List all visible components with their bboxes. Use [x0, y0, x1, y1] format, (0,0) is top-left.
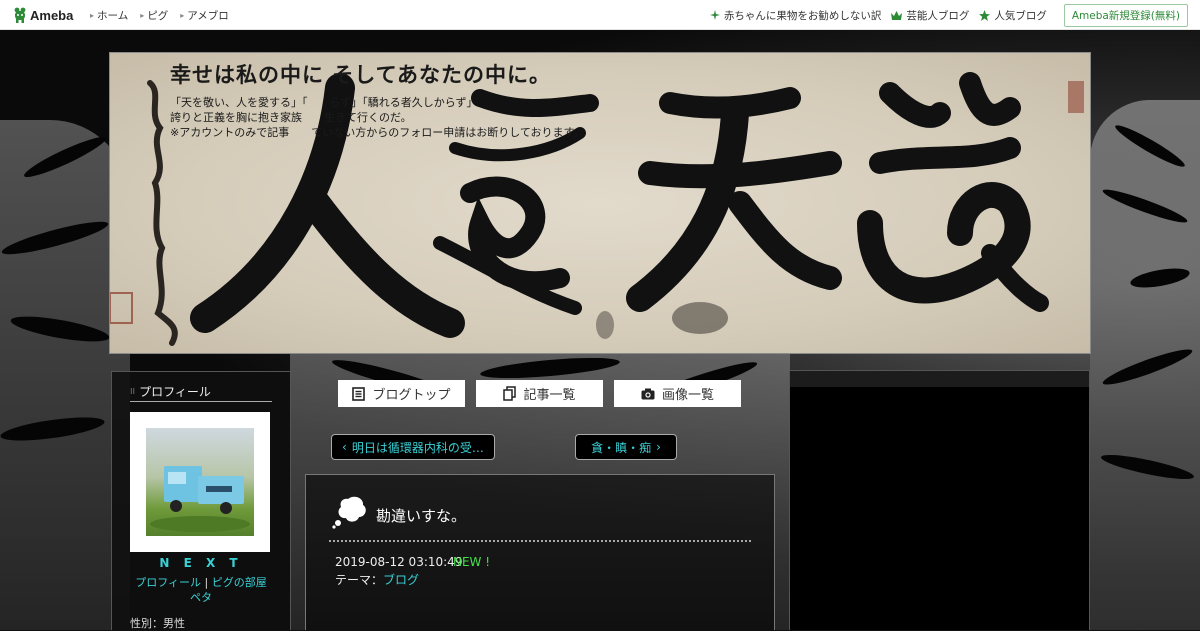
right-sidebar [789, 370, 1090, 630]
pig-room-link[interactable]: ピグの部屋 [212, 576, 267, 589]
blog-description-line: ※アカウントのみで記事 ていない方からのフォロー申請はお断りしております。 [170, 126, 585, 139]
profile-heading-label: プロフィール [139, 384, 211, 399]
tab-label: 画像一覧 [661, 388, 714, 403]
profile-nickname[interactable]: N E X T [112, 556, 290, 570]
article-theme: テーマ：ブログ [335, 571, 419, 588]
blog-description: 「天を敬い、人を愛する」「 らず」「驕れる者久しからず」 誇りと正義を胸に抱き家… [170, 95, 584, 140]
next-article-label: 貪・瞋・痴 [591, 440, 652, 455]
profile-heading: ⁝⁝ プロフィール [130, 381, 272, 402]
avatar-image [146, 428, 254, 536]
blog-header-banner: 幸せは私の中に そしてあなたの中に。 「天を敬い、人を愛する」「 らず」「驕れる… [109, 52, 1091, 354]
list-icon [352, 386, 366, 401]
ameba-mascot-icon [14, 7, 26, 23]
prev-article-label: 明日は循環器内科の受… [351, 440, 484, 455]
nav-pig-label: ピグ [147, 9, 169, 22]
chevron-right-icon: ▸ [140, 10, 145, 20]
link-separator: | [204, 576, 209, 589]
tab-article-list[interactable]: 記事一覧 [476, 380, 603, 407]
profile-sidebar: ⁝⁝ プロフィール N E X T プロフィール | ピグの部屋 ペタ 性別：男… [111, 371, 291, 630]
ameba-logo[interactable]: Ameba [13, 6, 73, 24]
avatar[interactable] [130, 412, 270, 552]
nav-pig[interactable]: ▸ ピグ [140, 8, 168, 23]
chevron-right-icon: ▸ [180, 10, 185, 20]
blog-tabs: ブログトップ 記事一覧 画像一覧 [338, 380, 752, 407]
nav-recommended-article[interactable]: 赤ちゃんに果物をお勧めしない訳 [709, 8, 882, 23]
nav-popular-label: 人気ブログ [994, 9, 1047, 22]
profile-gender: 性別：男性 [130, 617, 185, 630]
blog-title[interactable]: 幸せは私の中に そしてあなたの中に。 [170, 59, 551, 89]
nav-amebro[interactable]: ▸ アメブロ [180, 8, 229, 23]
profile-link[interactable]: プロフィール [135, 576, 201, 589]
ameba-global-header: Ameba ▸ ホーム ▸ ピグ ▸ アメブロ 赤ちゃんに果物をお勧めしない訳 … [0, 0, 1200, 30]
article-date: 2019-08-12 03:10:49 [335, 555, 463, 569]
global-nav: ▸ ホーム ▸ ピグ ▸ アメブロ [90, 0, 241, 30]
sparkle-icon [709, 10, 720, 20]
nav-home-label: ホーム [97, 9, 129, 22]
nav-popular-blogs[interactable]: 人気ブログ [979, 8, 1047, 23]
tab-label: ブログトップ [372, 388, 451, 403]
right-sidebar-header [790, 371, 1089, 387]
nav-amebro-label: アメブロ [187, 9, 229, 22]
toy-truck-icon [150, 466, 250, 532]
heading-bullet-icon: ⁝⁝ [130, 386, 136, 396]
nav-recommended-label: 赤ちゃんに果物をお勧めしない訳 [723, 9, 882, 22]
profile-links: プロフィール | ピグの部屋 ペタ [130, 575, 272, 605]
chevron-right-icon: › [656, 440, 661, 454]
register-button[interactable]: Ameba新規登録(無料) [1063, 3, 1188, 27]
logo-text: Ameba [30, 7, 74, 23]
blog-description-line: 「天を敬い、人を愛する」「 らず」「驕れる者久しからず」 [170, 96, 478, 109]
chevron-right-icon: ▸ [90, 10, 95, 20]
new-badge: NEW ! [453, 555, 491, 569]
nav-celebrity-label: 芸能人ブログ [906, 9, 970, 22]
nav-celebrity-blogs[interactable]: 芸能人ブログ [891, 8, 969, 23]
tab-image-list[interactable]: 画像一覧 [614, 380, 741, 407]
nav-home[interactable]: ▸ ホーム [90, 8, 128, 23]
camera-icon [641, 388, 655, 399]
documents-icon [503, 386, 517, 401]
tab-label: 記事一覧 [523, 388, 576, 403]
next-article-button[interactable]: 貪・瞋・痴 › [575, 434, 677, 460]
peta-link[interactable]: ペタ [190, 591, 212, 604]
tab-blog-top[interactable]: ブログトップ [338, 380, 465, 407]
ink-splash-icon [332, 496, 366, 529]
blog-description-line: 誇りと正義を胸に抱き家族 生きて行くのだ。 [170, 111, 412, 124]
article-entry: 勘違いすな。 2019-08-12 03:10:49 NEW ! テーマ：ブログ [305, 474, 775, 630]
theme-link[interactable]: ブログ [383, 573, 419, 587]
global-nav-right: 赤ちゃんに果物をお勧めしない訳 芸能人ブログ 人気ブログ Ameba新規登録(無… [700, 0, 1188, 30]
article-title[interactable]: 勘違いすな。 [376, 505, 466, 526]
prev-article-button[interactable]: ‹ 明日は循環器内科の受… [331, 434, 495, 460]
crown-icon [891, 10, 903, 20]
star-icon [979, 9, 991, 21]
theme-prefix: テーマ： [335, 573, 384, 587]
title-divider [328, 539, 752, 543]
chevron-left-icon: ‹ [342, 440, 347, 454]
